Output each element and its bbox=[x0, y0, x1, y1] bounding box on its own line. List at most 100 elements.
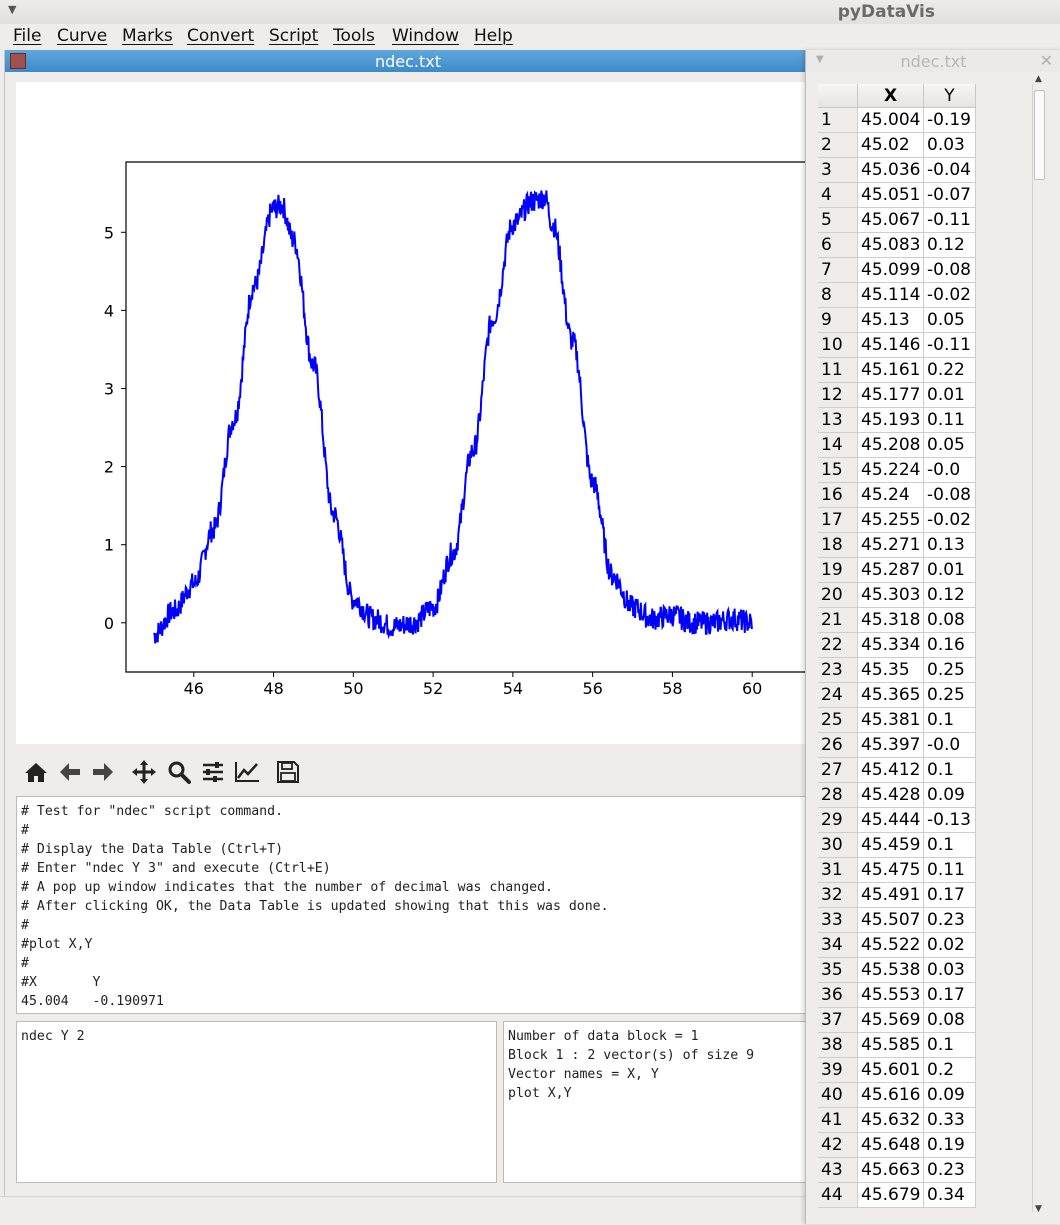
table-row[interactable]: 25 45.381 0.1 bbox=[818, 708, 976, 733]
cell-x[interactable]: 45.459 bbox=[858, 833, 924, 858]
cell-x[interactable]: 45.271 bbox=[858, 533, 924, 558]
cell-x[interactable]: 45.004 bbox=[858, 108, 924, 133]
table-row[interactable]: 9 45.13 0.05 bbox=[818, 308, 976, 333]
back-arrow-icon[interactable] bbox=[56, 758, 84, 786]
table-row[interactable]: 8 45.114 -0.02 bbox=[818, 283, 976, 308]
cell-y[interactable]: 0.08 bbox=[924, 1008, 976, 1033]
cell-y[interactable]: 0.22 bbox=[924, 358, 976, 383]
scroll-up-icon[interactable]: ▲ bbox=[1035, 74, 1042, 84]
cell-x[interactable]: 45.538 bbox=[858, 958, 924, 983]
cell-y[interactable]: 0.08 bbox=[924, 608, 976, 633]
plot-window-title-bar[interactable]: ndec.txt bbox=[5, 50, 811, 72]
table-row[interactable]: 3 45.036 -0.04 bbox=[818, 158, 976, 183]
table-row[interactable]: 7 45.099 -0.08 bbox=[818, 258, 976, 283]
table-row[interactable]: 28 45.428 0.09 bbox=[818, 783, 976, 808]
row-number[interactable]: 16 bbox=[818, 483, 858, 508]
cell-x[interactable]: 45.083 bbox=[858, 233, 924, 258]
cell-y[interactable]: 0.05 bbox=[924, 433, 976, 458]
cell-y[interactable]: 0.23 bbox=[924, 908, 976, 933]
table-row[interactable]: 12 45.177 0.01 bbox=[818, 383, 976, 408]
cell-y[interactable]: -0.13 bbox=[924, 808, 976, 833]
row-number[interactable]: 21 bbox=[818, 608, 858, 633]
table-row[interactable]: 6 45.083 0.12 bbox=[818, 233, 976, 258]
cell-y[interactable]: 0.05 bbox=[924, 308, 976, 333]
row-number[interactable]: 40 bbox=[818, 1083, 858, 1108]
zoom-icon[interactable] bbox=[165, 758, 193, 786]
row-number[interactable]: 39 bbox=[818, 1058, 858, 1083]
row-number[interactable]: 43 bbox=[818, 1158, 858, 1183]
row-number[interactable]: 15 bbox=[818, 458, 858, 483]
row-number[interactable]: 29 bbox=[818, 808, 858, 833]
cell-y[interactable]: -0.08 bbox=[924, 258, 976, 283]
row-number[interactable]: 1 bbox=[818, 108, 858, 133]
save-icon[interactable] bbox=[274, 758, 302, 786]
table-row[interactable]: 30 45.459 0.1 bbox=[818, 833, 976, 858]
table-row[interactable]: 15 45.224 -0.0 bbox=[818, 458, 976, 483]
cell-x[interactable]: 45.475 bbox=[858, 858, 924, 883]
row-number[interactable]: 22 bbox=[818, 633, 858, 658]
axes-edit-icon[interactable] bbox=[233, 758, 261, 786]
cell-x[interactable]: 45.35 bbox=[858, 658, 924, 683]
cell-x[interactable]: 45.397 bbox=[858, 733, 924, 758]
cell-y[interactable]: -0.02 bbox=[924, 283, 976, 308]
row-number[interactable]: 38 bbox=[818, 1033, 858, 1058]
row-number[interactable]: 27 bbox=[818, 758, 858, 783]
command-input[interactable]: ndec Y 2 bbox=[16, 1021, 497, 1183]
table-row[interactable]: 1 45.004 -0.19 bbox=[818, 108, 976, 133]
cell-y[interactable]: 0.11 bbox=[924, 408, 976, 433]
table-row[interactable]: 4 45.051 -0.07 bbox=[818, 183, 976, 208]
table-row[interactable]: 19 45.287 0.01 bbox=[818, 558, 976, 583]
cell-x[interactable]: 45.553 bbox=[858, 983, 924, 1008]
row-number[interactable]: 42 bbox=[818, 1133, 858, 1158]
cell-y[interactable]: 0.09 bbox=[924, 1083, 976, 1108]
cell-y[interactable]: 0.12 bbox=[924, 583, 976, 608]
cell-x[interactable]: 45.303 bbox=[858, 583, 924, 608]
table-row[interactable]: 22 45.334 0.16 bbox=[818, 633, 976, 658]
row-number[interactable]: 35 bbox=[818, 958, 858, 983]
forward-arrow-icon[interactable] bbox=[89, 758, 117, 786]
cell-y[interactable]: 0.25 bbox=[924, 683, 976, 708]
table-row[interactable]: 36 45.553 0.17 bbox=[818, 983, 976, 1008]
cell-y[interactable]: -0.0 bbox=[924, 733, 976, 758]
cell-x[interactable]: 45.146 bbox=[858, 333, 924, 358]
cell-y[interactable]: 0.1 bbox=[924, 833, 976, 858]
row-number[interactable]: 20 bbox=[818, 583, 858, 608]
subplots-config-icon[interactable] bbox=[199, 758, 227, 786]
cell-y[interactable]: 0.01 bbox=[924, 558, 976, 583]
table-row[interactable]: 14 45.208 0.05 bbox=[818, 433, 976, 458]
cell-x[interactable]: 45.036 bbox=[858, 158, 924, 183]
cell-y[interactable]: 0.09 bbox=[924, 783, 976, 808]
table-row[interactable]: 39 45.601 0.2 bbox=[818, 1058, 976, 1083]
cell-x[interactable]: 45.601 bbox=[858, 1058, 924, 1083]
cell-x[interactable]: 45.177 bbox=[858, 383, 924, 408]
row-number[interactable]: 14 bbox=[818, 433, 858, 458]
cell-x[interactable]: 45.224 bbox=[858, 458, 924, 483]
table-row[interactable]: 37 45.569 0.08 bbox=[818, 1008, 976, 1033]
menu-marks[interactable]: Marks bbox=[122, 26, 173, 46]
column-header-x[interactable]: X bbox=[858, 84, 924, 108]
row-number[interactable]: 25 bbox=[818, 708, 858, 733]
row-number[interactable]: 17 bbox=[818, 508, 858, 533]
row-number[interactable]: 11 bbox=[818, 358, 858, 383]
cell-y[interactable]: 0.19 bbox=[924, 1133, 976, 1158]
cell-y[interactable]: 0.03 bbox=[924, 133, 976, 158]
row-number[interactable]: 6 bbox=[818, 233, 858, 258]
cell-x[interactable]: 45.287 bbox=[858, 558, 924, 583]
menu-help[interactable]: Help bbox=[474, 26, 513, 46]
table-row[interactable]: 20 45.303 0.12 bbox=[818, 583, 976, 608]
row-number[interactable]: 9 bbox=[818, 308, 858, 333]
row-number[interactable]: 31 bbox=[818, 858, 858, 883]
scroll-down-icon[interactable]: ▼ bbox=[1035, 1204, 1042, 1214]
table-row[interactable]: 38 45.585 0.1 bbox=[818, 1033, 976, 1058]
table-row[interactable]: 18 45.271 0.13 bbox=[818, 533, 976, 558]
row-number[interactable]: 23 bbox=[818, 658, 858, 683]
cell-x[interactable]: 45.569 bbox=[858, 1008, 924, 1033]
row-number[interactable]: 30 bbox=[818, 833, 858, 858]
cell-x[interactable]: 45.648 bbox=[858, 1133, 924, 1158]
cell-y[interactable]: 0.02 bbox=[924, 933, 976, 958]
row-number[interactable]: 5 bbox=[818, 208, 858, 233]
table-row[interactable]: 31 45.475 0.11 bbox=[818, 858, 976, 883]
cell-x[interactable]: 45.679 bbox=[858, 1183, 924, 1208]
menu-file[interactable]: File bbox=[13, 26, 41, 46]
cell-x[interactable]: 45.365 bbox=[858, 683, 924, 708]
